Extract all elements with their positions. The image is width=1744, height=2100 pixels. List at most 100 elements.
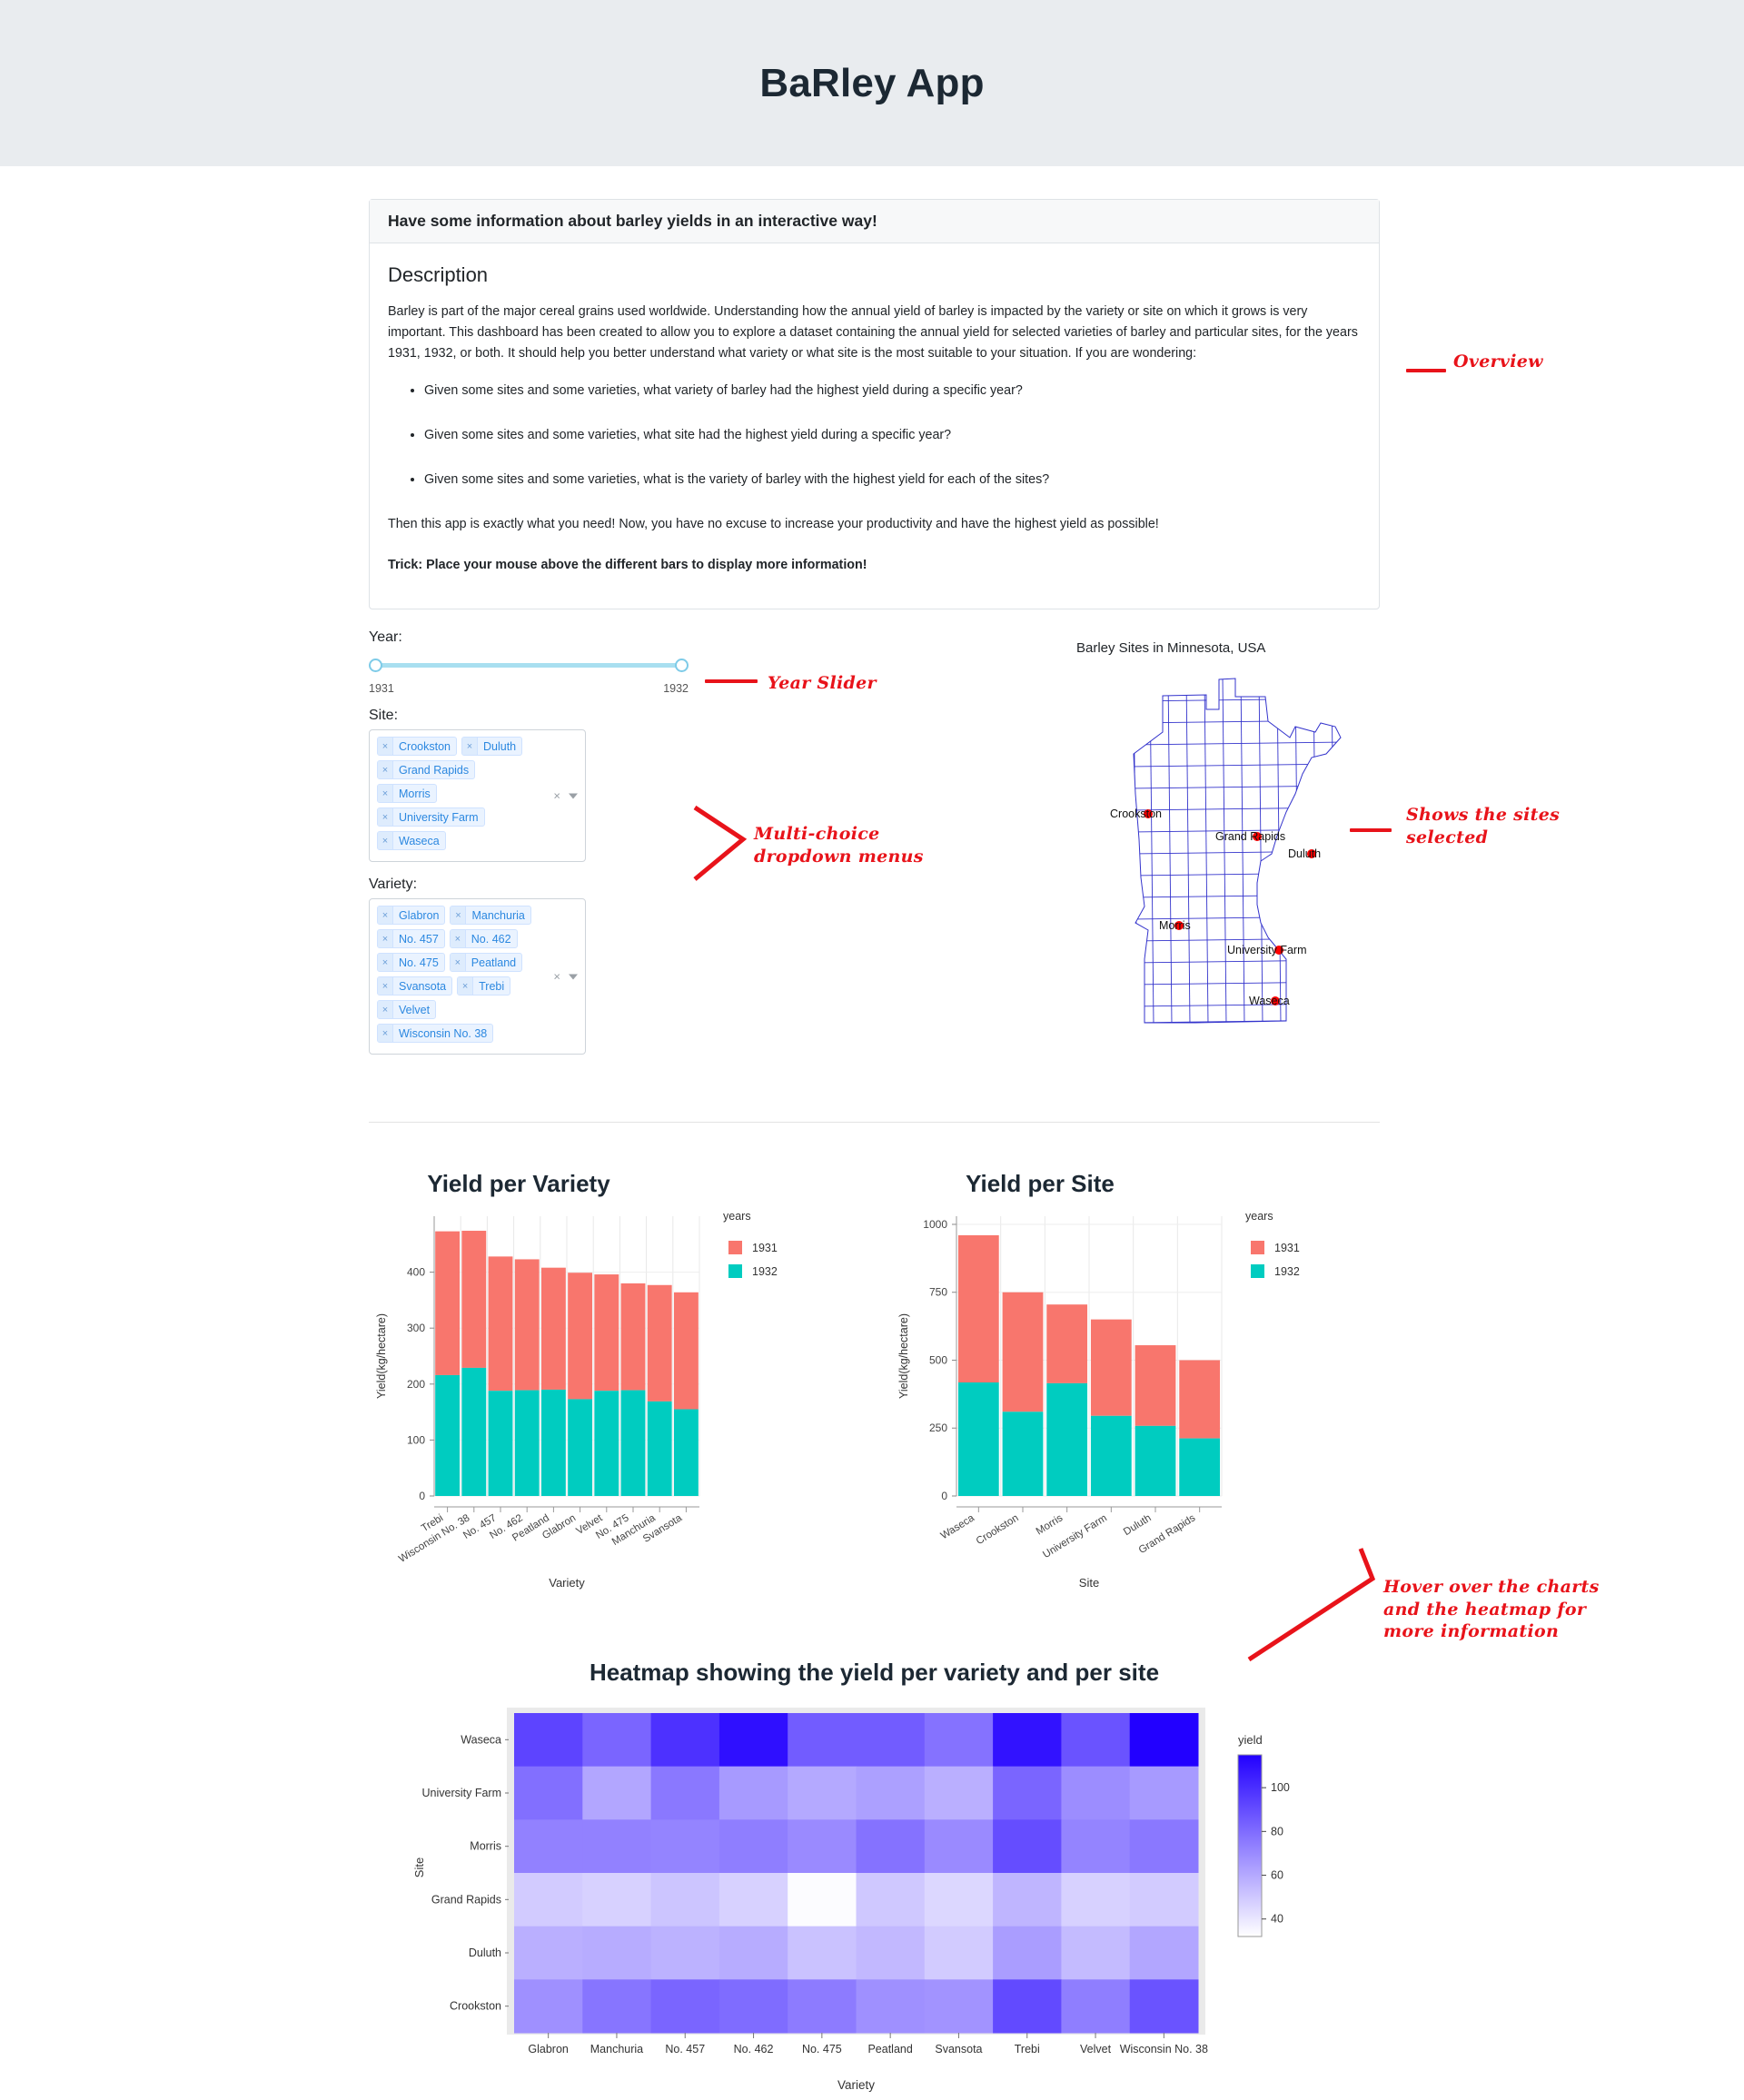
heatmap-cell[interactable] bbox=[514, 1766, 583, 1820]
remove-tag-icon[interactable]: × bbox=[378, 930, 393, 947]
heatmap-cell[interactable] bbox=[650, 1713, 720, 1768]
bar-segment-1932[interactable] bbox=[1046, 1382, 1088, 1496]
variety-tag[interactable]: × Wisconsin No. 38 bbox=[377, 1024, 494, 1043]
variety-tag[interactable]: × Manchuria bbox=[450, 906, 531, 925]
heatmap-cell[interactable] bbox=[514, 1819, 583, 1874]
variety-tag[interactable]: × No. 475 bbox=[377, 953, 445, 972]
heatmap-cell[interactable] bbox=[993, 1713, 1062, 1768]
remove-tag-icon[interactable]: × bbox=[378, 954, 393, 971]
variety-multiselect[interactable]: × Glabron × Manchuria × No. 457 × No. 462 × No. 4… bbox=[369, 898, 586, 1055]
yield-heatmap-chart[interactable]: Waseca University Farm Morris Grand Rapids D… bbox=[369, 1700, 1380, 2100]
remove-tag-icon[interactable]: × bbox=[378, 906, 393, 924]
heatmap-cell[interactable] bbox=[924, 1979, 994, 2034]
heatmap-cell[interactable] bbox=[1061, 1979, 1131, 2034]
heatmap-cell[interactable] bbox=[924, 1926, 994, 1980]
heatmap-cell[interactable] bbox=[650, 1873, 720, 1927]
bar-segment-1931[interactable] bbox=[1090, 1319, 1132, 1416]
bar-segment-1932[interactable] bbox=[673, 1409, 699, 1496]
legend-swatch[interactable] bbox=[1251, 1241, 1264, 1254]
variety-tag[interactable]: × Velvet bbox=[377, 1000, 437, 1019]
heatmap-cell[interactable] bbox=[856, 1819, 926, 1874]
bar-segment-1931[interactable] bbox=[620, 1283, 646, 1391]
heatmap-cell[interactable] bbox=[788, 1713, 857, 1768]
bar-segment-1932[interactable] bbox=[1090, 1415, 1132, 1496]
heatmap-cell[interactable] bbox=[514, 1979, 583, 2034]
remove-tag-icon[interactable]: × bbox=[461, 738, 478, 755]
heatmap-cell[interactable] bbox=[718, 1713, 788, 1768]
year-slider-handle-min[interactable] bbox=[369, 659, 382, 672]
minnesota-map[interactable]: Crookston Grand RapidsDuluth Morris Univers… bbox=[1076, 667, 1376, 1030]
heatmap-cell[interactable] bbox=[650, 1926, 720, 1980]
heatmap-cell[interactable] bbox=[856, 1766, 926, 1820]
heatmap-cell[interactable] bbox=[650, 1766, 720, 1820]
heatmap-cell[interactable] bbox=[718, 1926, 788, 1980]
heatmap-cell[interactable] bbox=[1129, 1979, 1199, 2034]
variety-tag[interactable]: × No. 457 bbox=[377, 929, 445, 948]
remove-tag-icon[interactable]: × bbox=[378, 738, 393, 755]
bar-segment-1932[interactable] bbox=[594, 1391, 619, 1496]
bar-segment-1932[interactable] bbox=[514, 1390, 540, 1496]
heatmap-cell[interactable] bbox=[856, 1713, 926, 1768]
heatmap-cell[interactable] bbox=[1129, 1713, 1199, 1768]
site-tag[interactable]: × Duluth bbox=[461, 737, 523, 756]
bar-segment-1931[interactable] bbox=[957, 1234, 999, 1383]
bar-segment-1932[interactable] bbox=[1135, 1425, 1176, 1496]
bar-segment-1931[interactable] bbox=[568, 1273, 593, 1400]
site-clear-icon[interactable]: × bbox=[553, 790, 560, 802]
heatmap-cell[interactable] bbox=[1061, 1819, 1131, 1874]
bar-segment-1931[interactable] bbox=[1179, 1360, 1221, 1439]
bar-segment-1931[interactable] bbox=[1046, 1304, 1088, 1383]
heatmap-cell[interactable] bbox=[788, 1979, 857, 2034]
remove-tag-icon[interactable]: × bbox=[378, 1001, 393, 1018]
heatmap-cell[interactable] bbox=[1129, 1873, 1199, 1927]
heatmap-cell[interactable] bbox=[1129, 1926, 1199, 1980]
heatmap-cell[interactable] bbox=[1061, 1926, 1131, 1980]
heatmap-cell[interactable] bbox=[993, 1873, 1062, 1927]
heatmap-cell[interactable] bbox=[718, 1766, 788, 1820]
heatmap-cell[interactable] bbox=[993, 1819, 1062, 1874]
heatmap-cell[interactable] bbox=[993, 1926, 1062, 1980]
site-tag[interactable]: × Waseca bbox=[377, 831, 446, 850]
bar-segment-1932[interactable] bbox=[957, 1382, 999, 1496]
bar-segment-1932[interactable] bbox=[435, 1374, 461, 1496]
heatmap-cell[interactable] bbox=[788, 1766, 857, 1820]
remove-tag-icon[interactable]: × bbox=[451, 906, 467, 924]
bar-segment-1931[interactable] bbox=[647, 1284, 672, 1402]
year-slider-handle-max[interactable] bbox=[675, 659, 689, 672]
bar-segment-1932[interactable] bbox=[647, 1401, 672, 1496]
heatmap-cell[interactable] bbox=[1061, 1873, 1131, 1927]
legend-swatch[interactable] bbox=[728, 1241, 742, 1254]
year-slider[interactable] bbox=[369, 651, 689, 682]
heatmap-cell[interactable] bbox=[993, 1979, 1062, 2034]
heatmap-cell[interactable] bbox=[582, 1766, 652, 1820]
bar-segment-1931[interactable] bbox=[673, 1292, 699, 1410]
heatmap-cell[interactable] bbox=[582, 1819, 652, 1874]
heatmap-cell[interactable] bbox=[924, 1766, 994, 1820]
heatmap-cell[interactable] bbox=[582, 1873, 652, 1927]
heatmap-cell[interactable] bbox=[650, 1819, 720, 1874]
heatmap-cell[interactable] bbox=[856, 1873, 926, 1927]
heatmap-cell[interactable] bbox=[1061, 1766, 1131, 1820]
bar-segment-1931[interactable] bbox=[514, 1259, 540, 1391]
heatmap-cell[interactable] bbox=[1061, 1713, 1131, 1768]
bar-segment-1932[interactable] bbox=[488, 1391, 513, 1496]
remove-tag-icon[interactable]: × bbox=[378, 808, 393, 826]
bar-segment-1931[interactable] bbox=[1135, 1345, 1176, 1426]
remove-tag-icon[interactable]: × bbox=[378, 1025, 393, 1042]
bar-segment-1931[interactable] bbox=[461, 1231, 487, 1368]
remove-tag-icon[interactable]: × bbox=[378, 832, 393, 849]
heatmap-cell[interactable] bbox=[993, 1766, 1062, 1820]
bar-segment-1931[interactable] bbox=[540, 1267, 566, 1390]
bar-segment-1931[interactable] bbox=[594, 1274, 619, 1392]
heatmap-cell[interactable] bbox=[514, 1926, 583, 1980]
yield-per-variety-chart[interactable]: 0100200300400TrebiWisconsin No. 38No. 45… bbox=[363, 1204, 836, 1594]
heatmap-cell[interactable] bbox=[924, 1819, 994, 1874]
bar-segment-1932[interactable] bbox=[540, 1389, 566, 1496]
remove-tag-icon[interactable]: × bbox=[450, 954, 466, 971]
heatmap-cell[interactable] bbox=[650, 1979, 720, 2034]
bar-segment-1932[interactable] bbox=[620, 1390, 646, 1496]
variety-clear-icon[interactable]: × bbox=[553, 971, 560, 983]
site-multiselect[interactable]: × Crookston × Duluth × Grand Rapids × Morris × Un… bbox=[369, 729, 586, 862]
bar-segment-1931[interactable] bbox=[488, 1256, 513, 1392]
heatmap-cell[interactable] bbox=[514, 1713, 583, 1768]
